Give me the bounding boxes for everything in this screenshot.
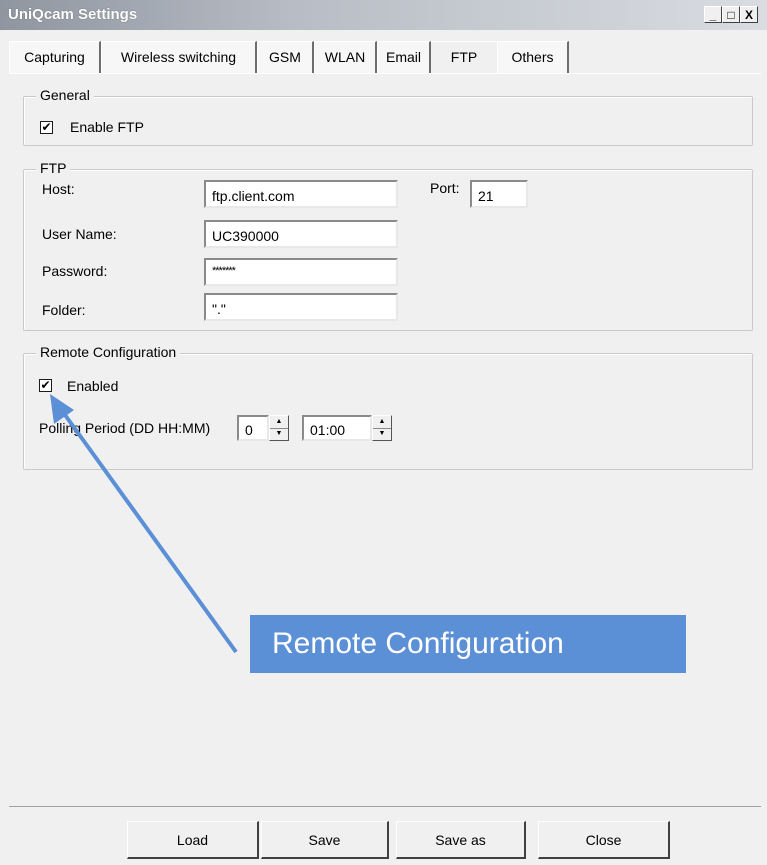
annotation-arrow — [50, 394, 238, 654]
save-as-button[interactable]: Save as — [396, 821, 526, 859]
load-button[interactable]: Load — [127, 821, 259, 859]
settings-window: UniQcam Settings _ □ X Capturing Wireles… — [0, 0, 767, 865]
annotation-callout: Remote Configuration — [250, 615, 686, 673]
close-button[interactable]: Close — [538, 821, 670, 859]
save-button[interactable]: Save — [261, 821, 389, 859]
bottom-separator — [9, 806, 761, 807]
